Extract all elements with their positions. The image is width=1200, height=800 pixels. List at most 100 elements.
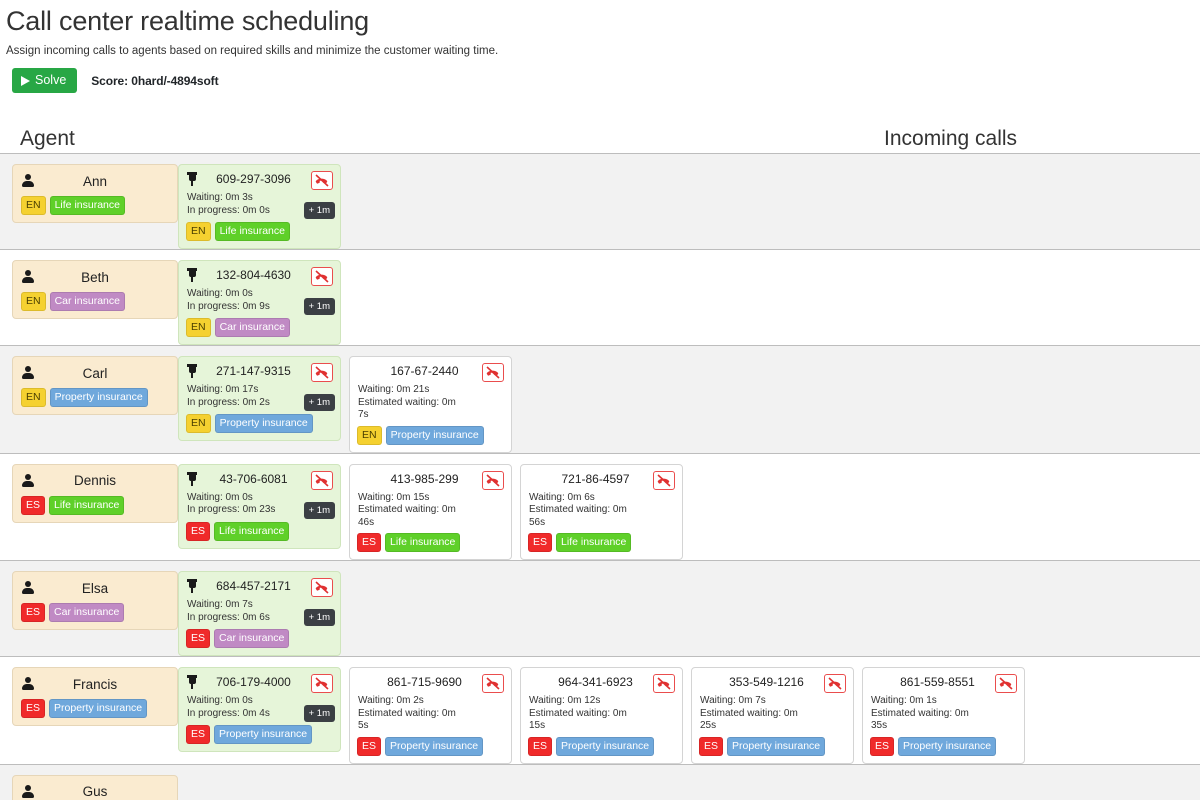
call-card-header: 353-549-1216 [699,674,846,692]
call-phone-number: 684-457-2171 [198,578,311,594]
add-one-minute-button[interactable]: + 1m [304,609,335,626]
agent-cell: GusDELife insurance [0,765,178,800]
agent-card[interactable]: Dennis ESLife insurance [12,464,178,523]
pin-icon[interactable] [186,472,198,486]
agent-name: Francis [35,677,169,692]
agent-card[interactable]: CarlENProperty insurance [12,356,178,415]
pin-icon[interactable] [186,268,198,282]
pin-icon-stem [191,684,193,689]
pin-icon[interactable] [186,172,198,186]
phone-hangup-icon[interactable] [824,674,846,693]
call-skill-badge: Property insurance [215,414,313,433]
call-card[interactable]: 43-706-6081Waiting: 0m 0sIn progress: 0m… [178,464,341,549]
add-one-minute-button[interactable]: + 1m [304,705,335,722]
user-icon [21,270,35,284]
agent-row: AnnENLife insurance609-297-3096Waiting: … [0,154,1200,250]
add-one-minute-button[interactable]: + 1m [304,502,335,519]
call-card[interactable]: 167-67-2440Waiting: 0m 21sEstimated wait… [349,356,512,453]
column-header-agent: Agent [20,127,75,151]
agent-card[interactable]: AnnENLife insurance [12,164,178,223]
pin-icon-stem [191,181,193,186]
call-progress-text: Estimated waiting: 0m 7s [358,397,468,422]
agent-card[interactable]: Elsa ESCar insurance [12,571,178,630]
call-progress-text: In progress: 0m 6s [187,612,297,625]
call-progress-text: Estimated waiting: 0m 25s [700,708,810,733]
agent-name: Gus [35,784,169,799]
solve-button-label: Solve [35,73,66,88]
call-language-badge: ES [870,737,894,756]
phone-hangup-icon[interactable] [311,171,333,190]
call-waiting-text: Waiting: 0m 21s [358,384,468,397]
call-badges: ESCar insurance [186,629,333,648]
phone-hangup-icon[interactable] [482,471,504,490]
agent-name: Elsa [35,581,169,596]
call-waiting-text: Waiting: 0m 7s [187,599,297,612]
agent-badges: ESCar insurance [21,603,169,622]
phone-hangup-icon[interactable] [311,267,333,286]
agent-card-header: Dennis [21,471,169,491]
agent-row: CarlENProperty insurance271-147-9315Wait… [0,346,1200,454]
calls-cell: 706-179-4000Waiting: 0m 0sIn progress: 0… [178,657,1200,764]
call-waiting-text: Waiting: 0m 0s [187,492,297,505]
call-badges: ESProperty insurance [528,737,675,756]
pin-icon[interactable] [186,675,198,689]
call-phone-number: 353-549-1216 [711,674,824,690]
call-card[interactable]: 861-559-8551 Waiting: 0m 1sEstimated wait… [862,667,1025,764]
call-card[interactable]: 706-179-4000Waiting: 0m 0sIn progress: 0… [178,667,341,752]
agent-cell: AnnENLife insurance [0,154,178,223]
phone-hangup-icon[interactable] [653,674,675,693]
agent-cell: Dennis ESLife insurance [0,454,178,523]
phone-hangup-icon[interactable] [653,471,675,490]
call-badges: ESProperty insurance [186,725,333,744]
call-card[interactable]: 964-341-6923Waiting: 0m 12sEstimated wai… [520,667,683,764]
phone-hangup-icon[interactable] [482,363,504,382]
phone-hangup-icon[interactable] [311,363,333,382]
skill-badge: Property insurance [49,699,147,718]
language-badge: EN [21,196,46,215]
add-one-minute-button[interactable]: + 1m [304,202,335,219]
call-card[interactable]: 609-297-3096Waiting: 0m 3sIn progress: 0… [178,164,341,249]
agent-card[interactable]: BethENCar insurance [12,260,178,319]
call-card[interactable]: 271-147-9315Waiting: 0m 17sIn progress: … [178,356,341,441]
agent-card[interactable]: Francis ESProperty insurance [12,667,178,726]
call-badges: ENProperty insurance [186,414,333,433]
call-times: Waiting: 0m 17sIn progress: 0m 2s+ 1m [186,384,333,410]
pin-icon[interactable] [186,364,198,378]
call-skill-badge: Property insurance [898,737,996,756]
call-card-header: 609-297-3096 [186,171,333,189]
add-one-minute-button[interactable]: + 1m [304,394,335,411]
call-times: Waiting: 0m 1sEstimated waiting: 0m 35s [870,695,1017,733]
call-card[interactable]: 684-457-2171 Waiting: 0m 7sIn progress: 0… [178,571,341,656]
pin-icon-stem [191,481,193,486]
call-skill-badge: Property insurance [556,737,654,756]
pin-icon[interactable] [186,579,198,593]
user-icon [21,474,35,488]
call-times: Waiting: 0m 12sEstimated waiting: 0m 15s [528,695,675,733]
call-badges: ESLife insurance [186,522,333,541]
agent-badges: ESLife insurance [21,496,169,515]
call-card[interactable]: 721-86-4597Waiting: 0m 6sEstimated waiti… [520,464,683,561]
agent-row: DennisESLife insurance43-706-6081Waiting… [0,454,1200,562]
phone-hangup-icon[interactable] [995,674,1017,693]
phone-hangup-icon[interactable] [311,471,333,490]
call-phone-number: 413-985-299 [369,471,482,487]
add-one-minute-button[interactable]: + 1m [304,298,335,315]
call-card[interactable]: 353-549-1216Waiting: 0m 7sEstimated wait… [691,667,854,764]
call-skill-badge: Car insurance [214,629,289,648]
call-progress-text: In progress: 0m 4s [187,708,297,721]
agent-card[interactable]: GusDELife insurance [12,775,178,800]
solve-button[interactable]: Solve [12,68,77,93]
call-card[interactable]: 861-715-9690Waiting: 0m 2sEstimated wait… [349,667,512,764]
call-card[interactable]: 132-804-4630Waiting: 0m 0sIn progress: 0… [178,260,341,345]
phone-hangup-icon[interactable] [311,674,333,693]
call-times: Waiting: 0m 0sIn progress: 0m 23s+ 1m [186,492,333,518]
call-waiting-text: Waiting: 0m 0s [187,288,297,301]
phone-hangup-icon[interactable] [311,578,333,597]
call-card-header: 861-559-8551 [870,674,1017,692]
agent-badges: ESProperty insurance [21,699,169,718]
call-phone-number: 721-86-4597 [540,471,653,487]
user-icon [21,677,35,691]
phone-hangup-icon[interactable] [482,674,504,693]
call-times: Waiting: 0m 21sEstimated waiting: 0m 7s [357,384,504,422]
call-card[interactable]: 413-985-299Waiting: 0m 15sEstimated wait… [349,464,512,561]
